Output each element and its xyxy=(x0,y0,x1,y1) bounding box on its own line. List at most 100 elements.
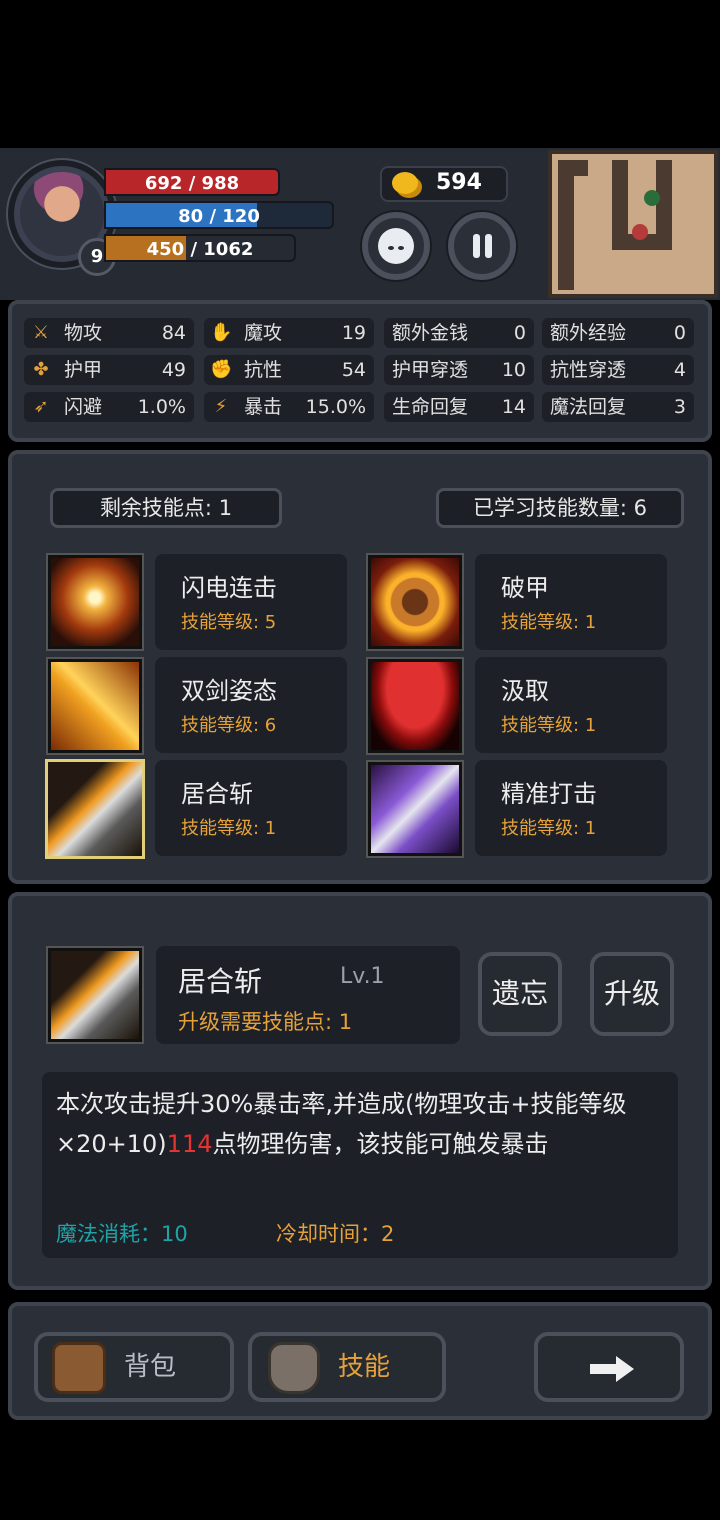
skill-card-precise-strike[interactable]: 精准打击 技能等级: 1 xyxy=(475,760,667,856)
flaming-blade-icon xyxy=(48,948,142,1042)
forget-button[interactable]: 遗忘 xyxy=(478,952,562,1036)
skill-description: 本次攻击提升30%暴击率,并造成(物理攻击+技能等级×20+10)114点物理伤… xyxy=(56,1090,627,1158)
blood-drain-icon[interactable] xyxy=(368,659,462,753)
cooldown: 冷却时间：2 xyxy=(276,1222,395,1246)
stat-value: 14 xyxy=(501,396,526,418)
stat-label: 物攻 xyxy=(64,322,103,344)
xp-bar: 450 / 1062 xyxy=(104,234,296,262)
remaining-skill-points: 剩余技能点: 1 xyxy=(50,488,282,528)
minimap[interactable] xyxy=(548,150,718,298)
muscle-icon: ✊ xyxy=(210,359,233,380)
stat-8: ➶ 闪避 1.0% xyxy=(24,392,194,422)
stat-label: 魔攻 xyxy=(244,322,283,344)
stat-2: 额外金钱 0 xyxy=(384,318,534,348)
character-button[interactable] xyxy=(362,212,430,280)
skill-name: 汲取 xyxy=(501,677,549,705)
lightning-icon: ⚡ xyxy=(214,396,228,417)
stat-9: ⚡ 暴击 15.0% xyxy=(204,392,374,422)
fist-icon xyxy=(268,1342,320,1394)
magic-hand-icon: ✋ xyxy=(210,322,233,343)
stat-value: 54 xyxy=(341,359,366,381)
mp-text: 80 / 120 xyxy=(178,206,260,227)
stat-value: 4 xyxy=(673,359,686,381)
stat-11: 魔法回复 3 xyxy=(542,392,694,422)
mp-bar: 80 / 120 xyxy=(104,201,334,229)
stat-label: 魔法回复 xyxy=(550,396,627,418)
cat-face-icon xyxy=(378,228,414,264)
backpack-icon xyxy=(52,1342,106,1394)
skill-name: 闪电连击 xyxy=(181,574,277,602)
stat-1: ✋ 魔攻 19 xyxy=(204,318,374,348)
selected-skill-level: Lv.1 xyxy=(340,964,385,989)
xp-text: 450 / 1062 xyxy=(146,239,254,260)
stat-value: 49 xyxy=(161,359,186,381)
skill-card-lightning-combo[interactable]: 闪电连击 技能等级: 5 xyxy=(155,554,347,650)
damage-value: 114 xyxy=(166,1130,213,1158)
gold-value: 594 xyxy=(436,170,482,195)
skill-level: 技能等级: 1 xyxy=(501,612,597,633)
stat-10: 生命回复 14 xyxy=(384,392,534,422)
skill-name: 破甲 xyxy=(501,574,549,602)
skill-level: 技能等级: 1 xyxy=(501,818,597,839)
stat-value: 15.0% xyxy=(305,396,366,418)
stat-label: 护甲 xyxy=(64,359,103,381)
sword-icon: ⚔ xyxy=(32,322,50,343)
skill-name: 居合斩 xyxy=(181,780,253,808)
stat-3: 额外经验 0 xyxy=(542,318,694,348)
dual-swords-icon[interactable] xyxy=(48,659,142,753)
skill-button[interactable]: 技能 xyxy=(248,1332,446,1402)
skill-level: 技能等级: 6 xyxy=(181,715,277,736)
pause-icon xyxy=(464,228,500,264)
shield-break-icon[interactable] xyxy=(368,555,462,649)
stat-label: 额外金钱 xyxy=(392,322,469,344)
stat-value: 1.0% xyxy=(137,396,186,418)
skill-card-iai-slash[interactable]: 居合斩 技能等级: 1 xyxy=(155,760,347,856)
hp-bar: 692 / 988 xyxy=(104,168,280,196)
stat-label: 抗性穿透 xyxy=(550,359,627,381)
skill-card-drain[interactable]: 汲取 技能等级: 1 xyxy=(475,657,667,753)
flaming-blade-icon[interactable] xyxy=(45,759,145,859)
stat-7: 抗性穿透 4 xyxy=(542,355,694,385)
hp-text: 692 / 988 xyxy=(144,173,240,194)
stat-label: 闪避 xyxy=(64,396,103,418)
lightning-burst-icon[interactable] xyxy=(48,555,142,649)
learned-skill-count: 已学习技能数量: 6 xyxy=(436,488,684,528)
stat-6: 护甲穿透 10 xyxy=(384,355,534,385)
stat-value: 84 xyxy=(161,322,186,344)
bag-button[interactable]: 背包 xyxy=(34,1332,234,1402)
selected-skill-info: 居合斩 Lv.1 升级需要技能点: 1 xyxy=(156,946,460,1044)
skill-level: 技能等级: 1 xyxy=(181,818,277,839)
skill-label: 技能 xyxy=(338,1352,391,1382)
stat-value: 0 xyxy=(673,322,686,344)
precise-sword-icon[interactable] xyxy=(368,762,462,856)
stat-label: 暴击 xyxy=(244,396,283,418)
paw-icon: ✤ xyxy=(33,359,49,380)
skill-card-dual-sword[interactable]: 双剑姿态 技能等级: 6 xyxy=(155,657,347,753)
stat-value: 19 xyxy=(341,322,366,344)
stat-label: 额外经验 xyxy=(550,322,627,344)
bag-label: 背包 xyxy=(124,1352,177,1382)
skill-description-box: 本次攻击提升30%暴击率,并造成(物理攻击+技能等级×20+10)114点物理伤… xyxy=(42,1072,678,1258)
mana-cost: 魔法消耗：10 xyxy=(56,1222,188,1246)
stat-5: ✊ 抗性 54 xyxy=(204,355,374,385)
next-button[interactable] xyxy=(534,1332,684,1402)
selected-skill-name: 居合斩 xyxy=(178,965,263,998)
arrow-right-icon xyxy=(590,1356,634,1382)
stat-label: 抗性 xyxy=(244,359,283,381)
stat-value: 10 xyxy=(501,359,526,381)
skill-level: 技能等级: 5 xyxy=(181,612,277,633)
stat-label: 生命回复 xyxy=(392,396,469,418)
upgrade-button[interactable]: 升级 xyxy=(590,952,674,1036)
skill-name: 精准打击 xyxy=(501,780,597,808)
upgrade-requirement: 升级需要技能点: 1 xyxy=(178,1010,353,1034)
skill-card-armor-break[interactable]: 破甲 技能等级: 1 xyxy=(475,554,667,650)
pause-button[interactable] xyxy=(448,212,516,280)
stat-4: ✤ 护甲 49 xyxy=(24,355,194,385)
running-icon: ➶ xyxy=(33,396,49,417)
stat-label: 护甲穿透 xyxy=(392,359,469,381)
skill-name: 双剑姿态 xyxy=(181,677,277,705)
stat-value: 3 xyxy=(673,396,686,418)
stat-value: 0 xyxy=(513,322,526,344)
skill-level: 技能等级: 1 xyxy=(501,715,597,736)
gold-coin-icon xyxy=(392,172,418,194)
